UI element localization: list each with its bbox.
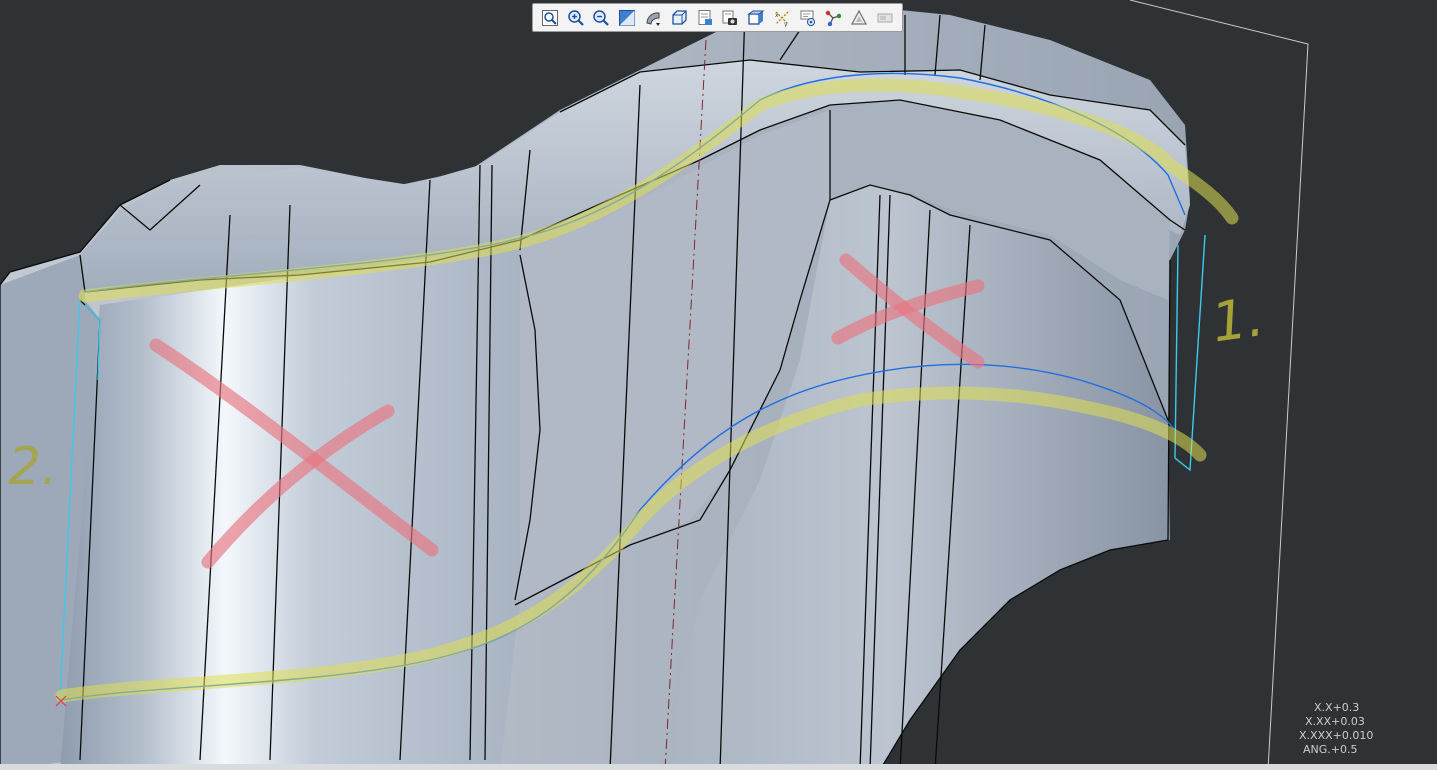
graphics-toolbar: xy xyxy=(532,3,903,32)
repaint-button[interactable] xyxy=(614,6,640,30)
simulation-icon xyxy=(877,13,893,22)
svg-text:x: x xyxy=(775,12,779,19)
datum-display-button[interactable]: xy xyxy=(769,6,795,30)
annotation-display-button[interactable] xyxy=(795,6,821,30)
annotation-display-icon xyxy=(800,10,815,26)
tolerance-x-xx: X.XX+0.03 xyxy=(1305,715,1365,728)
svg-text:y: y xyxy=(784,21,788,27)
annotation-label-2: 2. xyxy=(8,437,58,497)
tolerance-x-x: X.X+0.3 xyxy=(1314,701,1360,714)
appearance-gallery-icon xyxy=(722,10,738,25)
saved-orientations-icon xyxy=(672,9,687,25)
zoom-out-button[interactable] xyxy=(589,6,615,30)
analysis-button[interactable] xyxy=(846,6,872,30)
tolerance-x-xxx: X.XXX+0.010 xyxy=(1299,729,1374,742)
zoom-out-icon xyxy=(593,9,610,26)
perspective-view-icon xyxy=(747,10,765,25)
tolerance-table: X.X+0.3 X.XX+0.03 X.XXX+0.010 ANG.+0.5 xyxy=(1294,701,1404,757)
appearance-gallery-button[interactable] xyxy=(717,6,743,30)
zoom-in-button[interactable] xyxy=(563,6,589,30)
saved-orientations-button[interactable] xyxy=(666,6,692,30)
3d-model-viewport[interactable]: 1. 2. xyxy=(0,0,1437,770)
simulation-button[interactable] xyxy=(872,6,898,30)
repaint-icon xyxy=(619,9,636,26)
refit-icon xyxy=(541,9,558,26)
model-canvas: 1. 2. xyxy=(0,0,1309,770)
view-manager-button[interactable] xyxy=(692,6,718,30)
annotation-label-1: 1. xyxy=(1208,285,1268,355)
spin-center-icon xyxy=(826,10,842,26)
display-style-button[interactable] xyxy=(640,6,666,30)
spin-center-button[interactable] xyxy=(821,6,847,30)
perspective-view-button[interactable] xyxy=(743,6,769,30)
analysis-icon xyxy=(851,9,868,25)
zoom-in-icon xyxy=(567,9,584,26)
bottom-status-strip xyxy=(0,764,1437,770)
display-style-icon xyxy=(646,11,661,26)
datum-display-icon: xy xyxy=(775,11,789,27)
tolerance-angle: ANG.+0.5 xyxy=(1303,743,1358,756)
view-manager-icon xyxy=(698,9,712,25)
refit-button[interactable] xyxy=(537,6,563,30)
